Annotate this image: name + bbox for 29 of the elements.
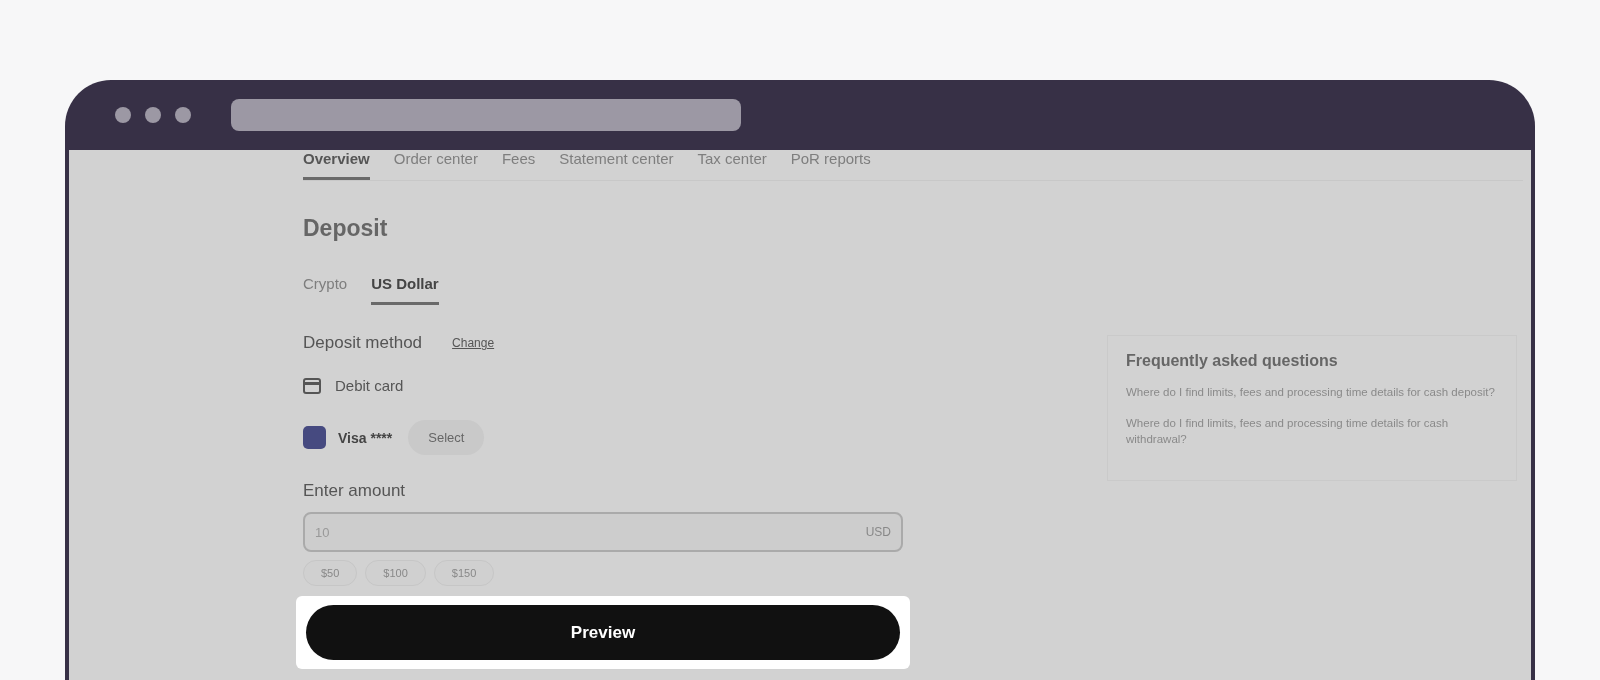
currency-tab[interactable]: US Dollar	[371, 275, 439, 305]
page-title: Deposit	[303, 215, 389, 242]
address-bar[interactable]	[231, 99, 741, 131]
preview-button[interactable]: Preview	[306, 605, 900, 660]
preset-amount-button[interactable]: $50	[303, 560, 358, 586]
faq-question[interactable]: Where do I find limits, fees and processing time details for cash withdrawal?	[1126, 414, 1498, 448]
nav-tab[interactable]: Order center	[393, 150, 478, 180]
nav-tab[interactable]: Statement center	[559, 150, 674, 180]
window-dot	[145, 107, 161, 123]
select-button[interactable]: Select	[408, 420, 485, 455]
nav-tab[interactable]: Fees	[501, 150, 536, 180]
method-name: Debit card	[335, 377, 404, 394]
card-icon	[303, 377, 321, 394]
amount-label: Enter amount	[303, 481, 407, 501]
card-name: Visa ****	[338, 429, 393, 446]
nav-tab[interactable]: Overview	[303, 150, 370, 180]
preset-amount-button[interactable]: $100	[365, 560, 426, 586]
faq-question[interactable]: Where do I find limits, fees and processing time details for cash deposit?	[1126, 384, 1498, 401]
nav-tab[interactable]: PoR reports	[790, 150, 871, 180]
window-dot	[115, 107, 131, 123]
window-dot	[175, 107, 191, 123]
currency-label: USD	[865, 525, 891, 539]
preset-amount-button[interactable]: $150	[433, 560, 495, 586]
faq-title: Frequently asked questions	[1126, 352, 1339, 370]
nav-tab[interactable]: Tax center	[697, 150, 767, 180]
section-label: Deposit method	[303, 333, 423, 353]
card-logo-icon	[303, 426, 326, 449]
change-link[interactable]: Change	[452, 336, 495, 350]
currency-tab[interactable]: Crypto	[303, 275, 348, 305]
